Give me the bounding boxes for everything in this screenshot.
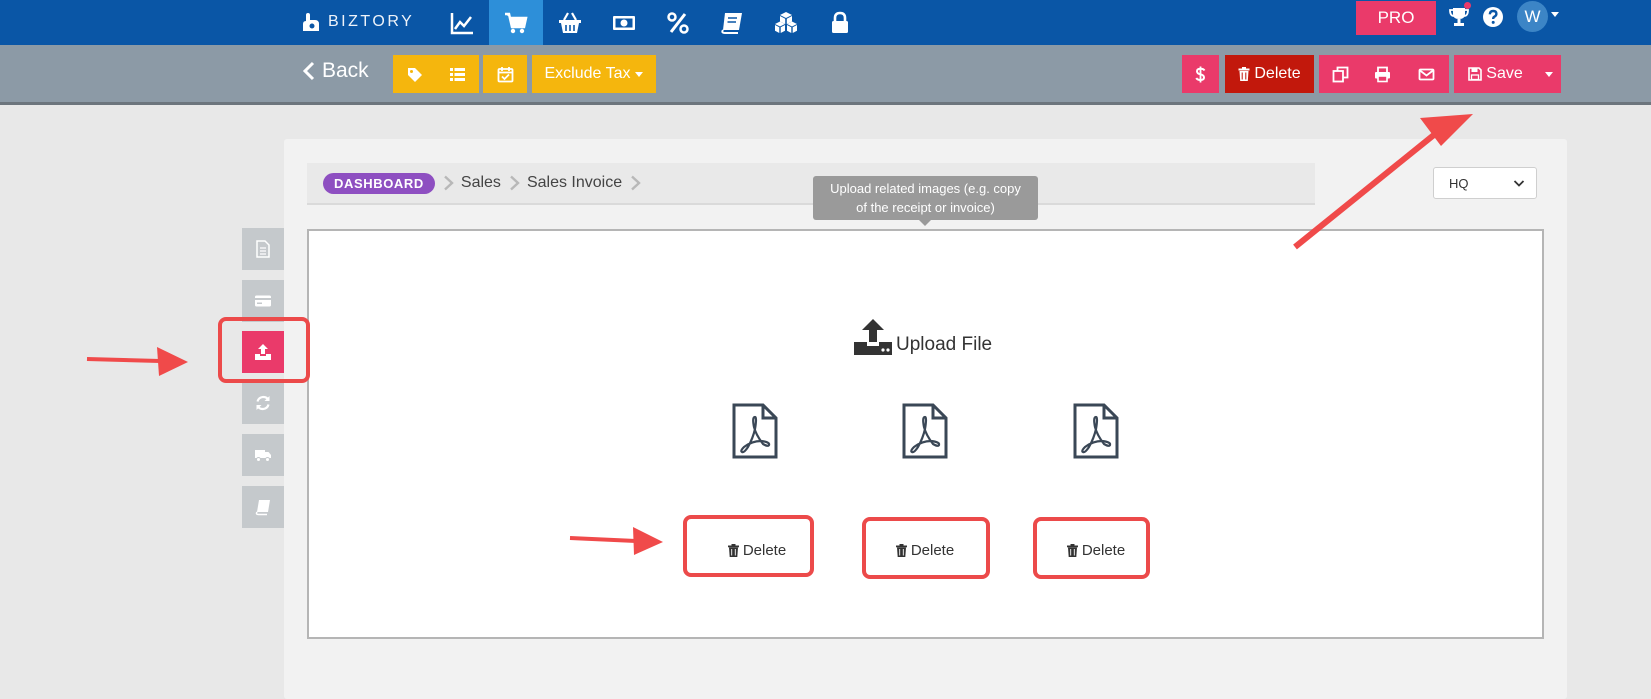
- upload-icon: [854, 319, 892, 355]
- list-button[interactable]: [436, 55, 479, 93]
- refresh-icon: [256, 395, 270, 411]
- copy-icon: [1332, 66, 1348, 82]
- chevron-down-icon: [1513, 180, 1525, 187]
- save-options-dropdown[interactable]: [1537, 55, 1561, 93]
- document-icon: [256, 240, 270, 258]
- chevron-right-icon: [510, 175, 520, 191]
- list-icon: [450, 67, 465, 81]
- side-tab-delivery[interactable]: [242, 434, 284, 476]
- highlight-box-delete: [862, 517, 990, 579]
- caret-down-icon: [1545, 71, 1553, 77]
- money-icon: [613, 15, 635, 30]
- cart-icon: [505, 12, 528, 33]
- envelope-icon: [1418, 68, 1434, 80]
- logo-text: BIZTORY: [328, 13, 415, 30]
- side-tab-payments[interactable]: [242, 280, 284, 322]
- basket-icon: [559, 11, 581, 33]
- delete-invoice-label: Delete: [1254, 65, 1301, 82]
- upload-tooltip: Upload related images (e.g. copy of the …: [813, 176, 1038, 220]
- exclude-tax-dropdown[interactable]: Exclude Tax: [532, 55, 656, 93]
- chevron-down-icon[interactable]: [1551, 12, 1559, 17]
- breadcrumb-dashboard[interactable]: DASHBOARD: [323, 172, 435, 194]
- truck-icon: [255, 450, 271, 462]
- nav-inventory[interactable]: [759, 0, 813, 45]
- tooltip-line-1: Upload related images (e.g. copy: [830, 181, 1021, 196]
- pdf-file-icon[interactable]: [900, 403, 950, 459]
- print-button[interactable]: [1361, 55, 1403, 93]
- floppy-disk-icon: [1468, 67, 1483, 81]
- back-label: Back: [322, 59, 369, 82]
- highlight-box-side-tab: [218, 317, 310, 383]
- side-tab-recurring[interactable]: [242, 382, 284, 424]
- save-button[interactable]: Save: [1454, 55, 1537, 93]
- book-icon: [721, 12, 742, 34]
- nav-settings-lock[interactable]: [813, 0, 867, 45]
- nav-sales[interactable]: [489, 0, 543, 45]
- notification-dot: [1464, 2, 1471, 9]
- achievements-button[interactable]: [1444, 2, 1474, 32]
- pdf-file-icon[interactable]: [730, 403, 780, 459]
- tag-icon: [408, 67, 422, 82]
- book-icon: [255, 500, 270, 516]
- trash-icon: [1238, 67, 1250, 81]
- upload-file-button[interactable]: Upload File: [853, 318, 992, 356]
- chevron-right-icon: [631, 175, 641, 191]
- tooltip-line-2: of the receipt or invoice): [856, 200, 995, 215]
- help-button[interactable]: [1478, 2, 1508, 32]
- chevron-left-icon: [302, 61, 315, 81]
- nav-banking[interactable]: [597, 0, 651, 45]
- email-button[interactable]: [1403, 55, 1449, 93]
- nav-dashboard[interactable]: [435, 0, 489, 45]
- lock-icon: [832, 11, 848, 33]
- credit-card-icon: [255, 295, 271, 307]
- cubes-icon: [775, 11, 797, 33]
- highlight-box-delete: [683, 515, 814, 577]
- biztory-logo[interactable]: BIZTORY: [300, 7, 414, 37]
- delete-invoice-button[interactable]: Delete: [1225, 55, 1314, 93]
- caret-down-icon: [635, 71, 644, 77]
- highlight-box-delete: [1033, 517, 1150, 579]
- upload-file-label: Upload File: [896, 334, 993, 355]
- breadcrumb-sales[interactable]: Sales: [461, 174, 501, 192]
- duplicate-button[interactable]: [1319, 55, 1361, 93]
- exclude-tax-label: Exclude Tax: [544, 65, 631, 82]
- location-select-value: HQ: [1449, 175, 1469, 191]
- percent-icon: [667, 11, 689, 34]
- tooltip-arrow: [919, 220, 931, 226]
- pdf-file-icon[interactable]: [1071, 403, 1121, 459]
- date-button[interactable]: [483, 55, 527, 93]
- calendar-check-icon: [497, 66, 513, 82]
- back-button[interactable]: Back: [302, 59, 369, 83]
- breadcrumb: DASHBOARD Sales Sales Invoice: [307, 163, 1315, 205]
- tags-button[interactable]: [393, 55, 436, 93]
- nav-purchases[interactable]: [543, 0, 597, 45]
- breadcrumb-sales-invoice[interactable]: Sales Invoice: [527, 174, 622, 192]
- user-avatar[interactable]: W: [1517, 1, 1548, 32]
- payment-button[interactable]: [1182, 55, 1219, 93]
- location-select[interactable]: HQ: [1433, 167, 1537, 199]
- arrow-annotation: [86, 347, 188, 376]
- chart-line-icon: [450, 12, 473, 34]
- top-navbar: BIZTORY PRO W: [0, 0, 1651, 45]
- print-icon: [1374, 66, 1390, 82]
- hand-logo-icon: [303, 13, 319, 31]
- nav-accounting[interactable]: [705, 0, 759, 45]
- help-icon: [1483, 7, 1503, 27]
- nav-tax[interactable]: [651, 0, 705, 45]
- action-toolbar: Back Exclude Tax Delete Save: [0, 45, 1651, 105]
- pro-button[interactable]: PRO: [1356, 1, 1436, 35]
- dollar-icon: [1195, 66, 1206, 82]
- chevron-right-icon: [444, 175, 454, 191]
- side-tab-journal[interactable]: [242, 486, 284, 528]
- side-tab-details[interactable]: [242, 228, 284, 270]
- save-label: Save: [1486, 65, 1523, 82]
